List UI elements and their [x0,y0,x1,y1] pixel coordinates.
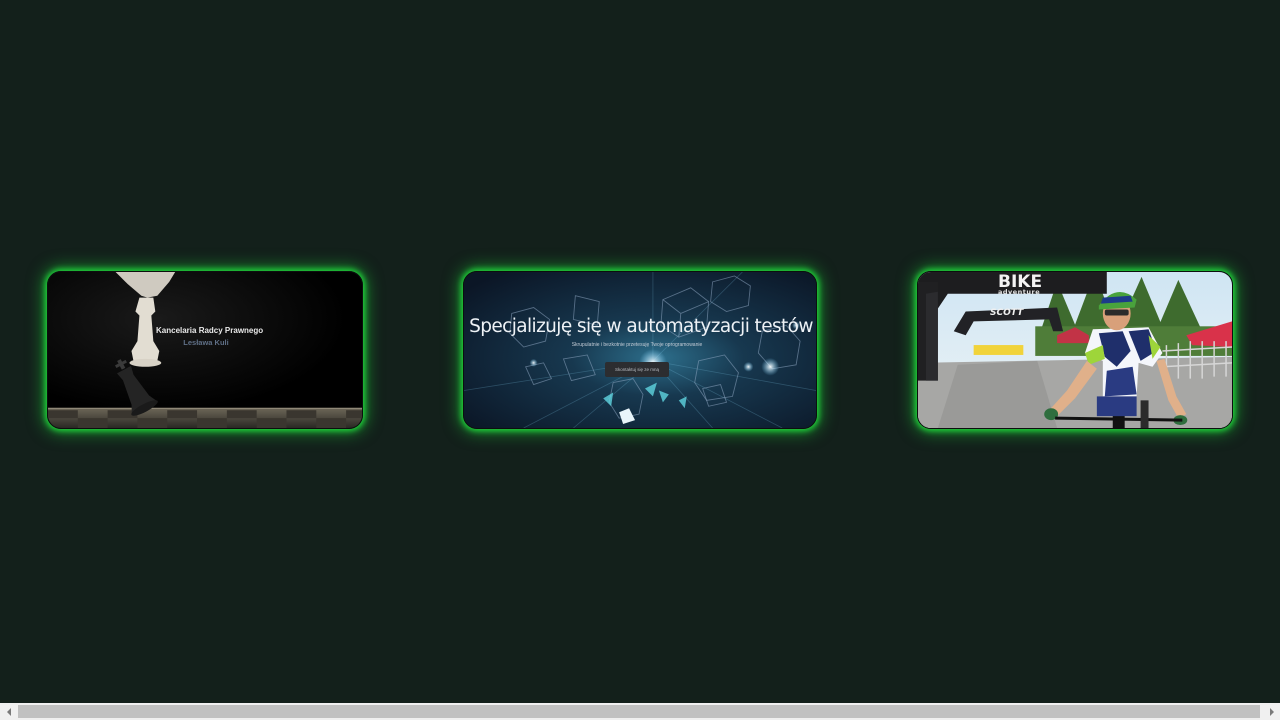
project-card-test-automation[interactable]: Specjalizuję się w automatyzacji testów … [463,271,817,429]
triangle-right-icon [1269,707,1274,716]
page-background: Kancelaria Radcy Prawnego Lesława Kuli S… [0,0,1280,703]
law-office-preview-image [48,272,362,428]
scrollbar-thumb[interactable] [18,705,1260,718]
scroll-right-button[interactable] [1263,703,1280,720]
test-automation-title: Specjalizuję się w automatyzacji testów [469,316,813,337]
contact-me-button[interactable]: Skontaktuj się ze mną [605,362,669,377]
law-office-subtitle: Lesława Kuli [183,338,229,347]
bike-arch-sublabel: adventure [998,288,1041,296]
horizontal-scrollbar[interactable] [0,703,1280,720]
project-card-bike-adventure[interactable]: BIKE adventure SCOTT [917,271,1233,429]
triangle-left-icon [6,707,11,716]
project-card-law-office[interactable]: Kancelaria Radcy Prawnego Lesława Kuli [47,271,363,429]
scroll-left-button[interactable] [0,703,17,720]
test-automation-subtitle: Skrupulatnie i bezkotnie przetesuję Twoj… [571,342,703,348]
test-automation-preview-image [464,272,816,428]
bike-adventure-preview-image [918,272,1232,428]
bike-arch2-label: SCOTT [990,308,1024,318]
law-office-title: Kancelaria Radcy Prawnego [156,326,264,335]
